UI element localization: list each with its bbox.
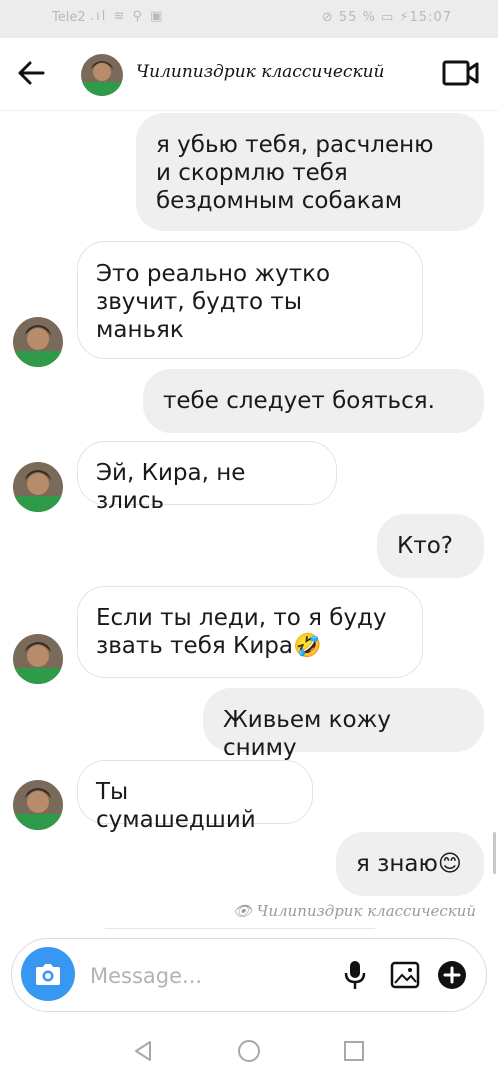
nav-back-button[interactable] bbox=[130, 1038, 156, 1064]
scrollbar[interactable] bbox=[493, 832, 496, 874]
microphone-button[interactable] bbox=[342, 959, 368, 991]
nav-home-button[interactable] bbox=[236, 1038, 262, 1064]
carrier-label: Tele2 bbox=[52, 10, 86, 25]
message-composer bbox=[11, 938, 487, 1012]
status-icons-right: ⊘ 55 % ▭ ⚡15:07 bbox=[321, 10, 452, 25]
chat-header: Чилипиздрик классический bbox=[0, 38, 498, 111]
nav-recents-button[interactable] bbox=[342, 1039, 366, 1063]
plus-circle-icon bbox=[438, 961, 466, 989]
message-bubble-outgoing[interactable]: я убью тебя, расчленю и скормлю тебя без… bbox=[136, 113, 484, 231]
message-bubble-outgoing[interactable]: тебе следует бояться. bbox=[143, 369, 484, 433]
video-call-button[interactable] bbox=[442, 58, 480, 88]
eye-icon: 👁 bbox=[232, 902, 257, 920]
status-bar: Tele2 .ıl ≋ ⚲ ▣ ⊘ 55 % ▭ ⚡15:07 bbox=[0, 0, 498, 38]
circle-home-icon bbox=[238, 1040, 260, 1062]
message-bubble-incoming[interactable]: Это реально жутко звучит, будто ты манья… bbox=[77, 241, 423, 359]
message-bubble-incoming[interactable]: Эй, Кира, не злись bbox=[77, 441, 337, 514]
arrow-left-icon bbox=[18, 61, 45, 85]
sender-avatar bbox=[13, 462, 63, 512]
camera-icon bbox=[36, 964, 60, 985]
contact-avatar[interactable] bbox=[81, 54, 123, 96]
sender-avatar bbox=[13, 780, 63, 830]
sender-avatar bbox=[13, 317, 63, 367]
system-navigation-bar bbox=[0, 1022, 498, 1080]
back-button[interactable] bbox=[16, 58, 46, 88]
message-bubble-outgoing[interactable]: Живьем кожу сниму bbox=[203, 688, 484, 761]
seen-by-name: Чилипиздрик классический bbox=[256, 902, 476, 920]
triangle-back-icon bbox=[135, 1041, 151, 1061]
message-bubble-outgoing[interactable]: Кто? bbox=[377, 514, 484, 578]
image-icon bbox=[390, 961, 420, 989]
divider bbox=[105, 928, 375, 929]
camera-button[interactable] bbox=[21, 947, 75, 1001]
seen-indicator: 👁 Чилипиздрик классический bbox=[233, 902, 476, 920]
message-bubble-incoming[interactable]: Если ты леди, то я буду звать тебя Кира🤣 bbox=[77, 586, 423, 678]
status-icons-left: .ıl ≋ ⚲ ▣ bbox=[90, 9, 165, 24]
video-camera-icon bbox=[442, 60, 479, 86]
chat-screen: Tele2 .ıl ≋ ⚲ ▣ ⊘ 55 % ▭ ⚡15:07 Чилипизд… bbox=[0, 0, 498, 1080]
gallery-button[interactable] bbox=[390, 961, 420, 989]
sender-avatar bbox=[13, 634, 63, 684]
square-recents-icon bbox=[344, 1041, 364, 1061]
message-input[interactable] bbox=[88, 959, 322, 993]
contact-name[interactable]: Чилипиздрик классический bbox=[136, 62, 385, 82]
message-bubble-incoming[interactable]: Ты сумашедший bbox=[77, 760, 313, 833]
more-options-button[interactable] bbox=[436, 959, 468, 991]
microphone-icon bbox=[344, 961, 366, 989]
message-bubble-outgoing[interactable]: я знаю😊 bbox=[336, 832, 484, 896]
